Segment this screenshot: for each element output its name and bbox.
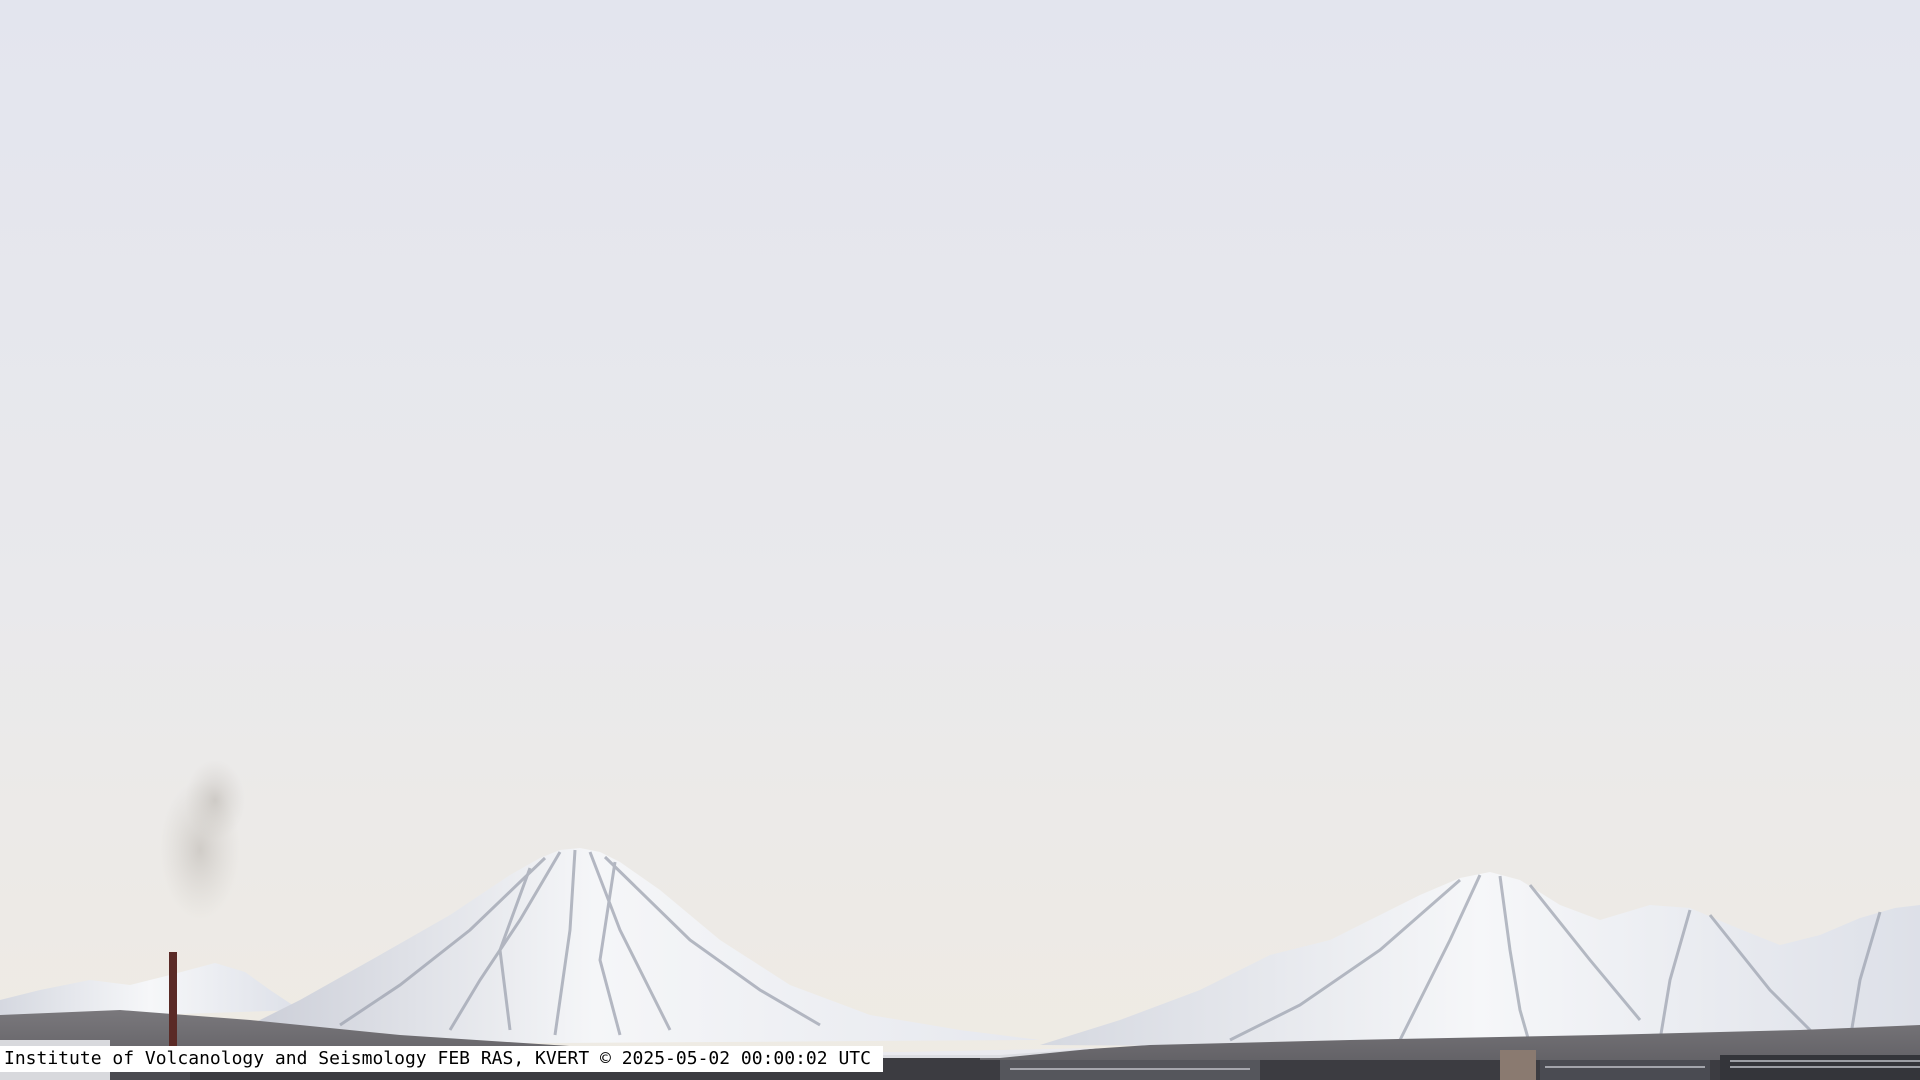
- volcano-landscape: [0, 0, 1920, 1080]
- webcam-view: Institute of Volcanology and Seismology …: [0, 0, 1920, 1080]
- timestamp-caption: Institute of Volcanology and Seismology …: [0, 1046, 883, 1072]
- chimney: [169, 952, 177, 1052]
